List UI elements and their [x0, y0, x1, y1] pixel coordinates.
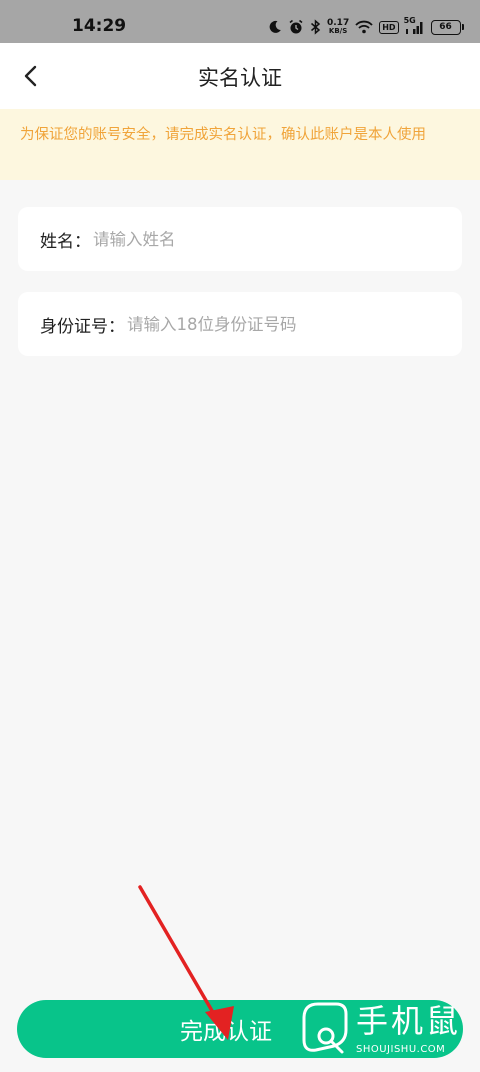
complete-verification-label: 完成认证 — [180, 1019, 272, 1045]
signal-icon: 5G — [403, 16, 425, 35]
net-speed: 0.17 KB/S — [327, 18, 350, 36]
header-bar: 实名认证 — [0, 43, 480, 109]
complete-verification-button[interactable]: 完成认证 — [17, 1000, 463, 1058]
battery-icon: 66 — [430, 19, 464, 35]
wifi-icon — [355, 20, 373, 34]
status-bar: 14:29 0.17 KB/S HD 5G 66 — [0, 0, 480, 43]
status-icons: 0.17 KB/S HD 5G 66 — [268, 14, 464, 40]
name-label: 姓名： — [40, 231, 91, 252]
status-time: 14:29 — [72, 16, 127, 36]
battery-level: 66 — [439, 22, 452, 32]
notice-banner: 为保证您的账号安全，请完成实名认证，确认此账户是本人使用 — [0, 109, 480, 180]
bluetooth-icon — [310, 19, 321, 35]
hd-badge: HD — [379, 20, 399, 34]
id-number-field: 身份证号： — [18, 292, 462, 356]
id-number-label: 身份证号： — [40, 316, 125, 337]
page-title: 实名认证 — [198, 66, 282, 90]
id-number-input[interactable] — [127, 314, 462, 334]
name-field: 姓名： — [18, 207, 462, 271]
net-speed-value: 0.17 — [327, 18, 350, 28]
moon-icon — [268, 20, 282, 34]
name-input[interactable] — [93, 229, 462, 249]
net-speed-unit: KB/S — [328, 27, 348, 35]
network-type-label: 5G — [403, 16, 416, 25]
alarm-icon — [288, 19, 304, 35]
